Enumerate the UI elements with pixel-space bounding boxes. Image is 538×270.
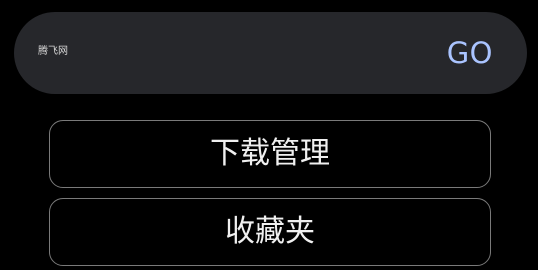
download-manager-button[interactable]: 下载管理 [49,120,491,188]
search-input[interactable]: 腾飞网 [38,46,68,58]
go-button[interactable]: GO [447,35,493,71]
favorites-button[interactable]: 收藏夹 [49,198,491,266]
search-bar[interactable]: 腾飞网 GO [14,12,527,94]
favorites-label: 收藏夹 [225,214,315,249]
download-manager-label: 下载管理 [210,136,330,171]
